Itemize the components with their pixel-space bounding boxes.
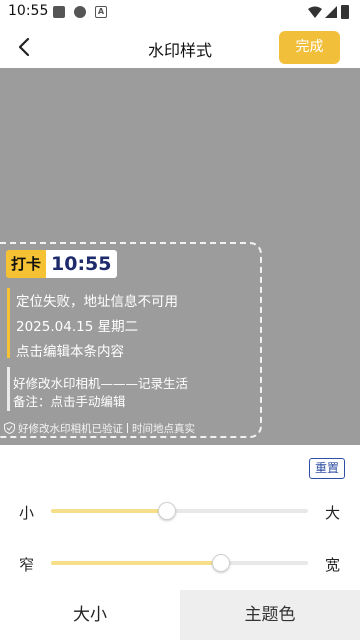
footer-divider: [127, 423, 128, 433]
status-bar: 10:55 A: [0, 0, 360, 26]
done-button[interactable]: 完成: [279, 31, 340, 64]
clock-badge-label: 打卡: [6, 250, 47, 278]
clock-badge-time: 10:55: [46, 250, 117, 278]
status-time: 10:55: [8, 3, 49, 19]
width-slider[interactable]: [51, 554, 308, 572]
width-slider-fill: [51, 561, 221, 565]
info-accent-bar: [7, 288, 10, 358]
date-line[interactable]: 2025.04.15 星期二: [16, 315, 138, 335]
chat-icon: [74, 6, 86, 18]
bottom-tabs: 大小 主题色: [0, 590, 360, 640]
size-min-label: 小: [19, 504, 35, 522]
width-slider-thumb[interactable]: [211, 554, 230, 572]
app-header: 水印样式 完成: [0, 26, 360, 68]
style-settings-panel: 重置 小 大 窄 宽 大小 主题色: [0, 445, 360, 640]
location-line[interactable]: 定位失败，地址信息不可用: [16, 290, 178, 310]
size-slider-fill: [51, 509, 167, 513]
signal-icon: [325, 6, 337, 18]
tab-size[interactable]: 大小: [0, 590, 180, 640]
back-arrow-icon[interactable]: [12, 34, 38, 60]
width-min-label: 窄: [19, 556, 35, 574]
edit-content-line[interactable]: 点击编辑本条内容: [16, 340, 124, 360]
verified-text: 好修改水印相机已验证: [18, 422, 123, 435]
reset-button[interactable]: 重置: [309, 458, 345, 479]
size-slider-thumb[interactable]: [157, 502, 176, 520]
sub-accent-bar: [7, 367, 10, 411]
watermark-preview: 打卡 10:55 定位失败，地址信息不可用 2025.04.15 星期二 点击编…: [0, 68, 360, 445]
verification-footer: 好修改水印相机已验证 时间地点真实: [4, 421, 195, 435]
clock-badge[interactable]: 打卡 10:55: [6, 250, 117, 278]
shield-check-icon: [4, 422, 15, 434]
gallery-icon: [53, 6, 65, 18]
slogan-line[interactable]: 好修改水印相机———记录生活: [13, 373, 188, 392]
remark-line[interactable]: 备注：点击手动编辑: [13, 391, 126, 410]
size-max-label: 大: [325, 504, 341, 522]
tab-theme-color[interactable]: 主题色: [180, 590, 360, 640]
size-slider[interactable]: [51, 502, 308, 520]
wifi-icon: [308, 6, 322, 18]
authentic-text: 时间地点真实: [132, 422, 195, 435]
width-max-label: 宽: [325, 556, 341, 574]
battery-icon: [341, 5, 349, 19]
font-icon: A: [95, 6, 107, 18]
